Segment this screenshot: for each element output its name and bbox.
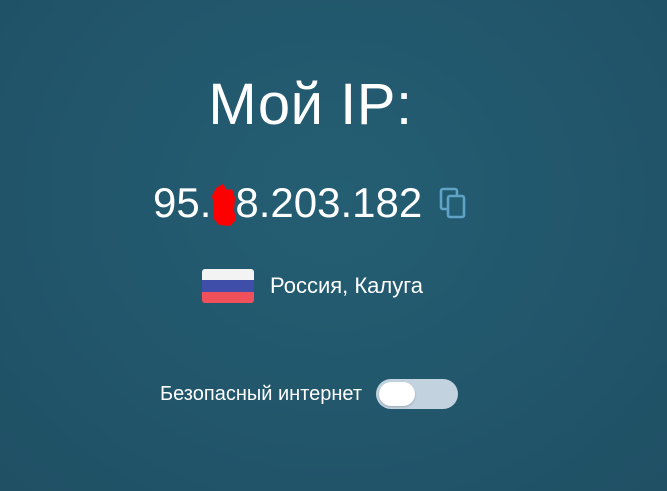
safe-internet-toggle[interactable] — [376, 379, 459, 409]
safe-internet-label: Безопасный интернет — [160, 383, 363, 405]
location-row: Россия, Калуга — [202, 268, 423, 304]
page-title: Мой IP: — [208, 72, 413, 137]
safe-internet-row: Безопасный интернет — [160, 378, 459, 410]
russia-flag-icon — [202, 269, 254, 303]
ip-address-prefix: 95. — [153, 179, 212, 226]
location-text: Россия, Калуга — [270, 273, 424, 298]
redaction-mark — [212, 184, 237, 226]
ip-address-row: 95. 8.203.182 — [153, 178, 467, 228]
ip-address-suffix: 8.203.182 — [235, 179, 423, 226]
page: Мой IP: 95. 8.203.182 Россия, Калуга Без… — [0, 0, 667, 491]
copy-icon[interactable] — [439, 187, 467, 219]
toggle-knob[interactable] — [379, 382, 416, 406]
